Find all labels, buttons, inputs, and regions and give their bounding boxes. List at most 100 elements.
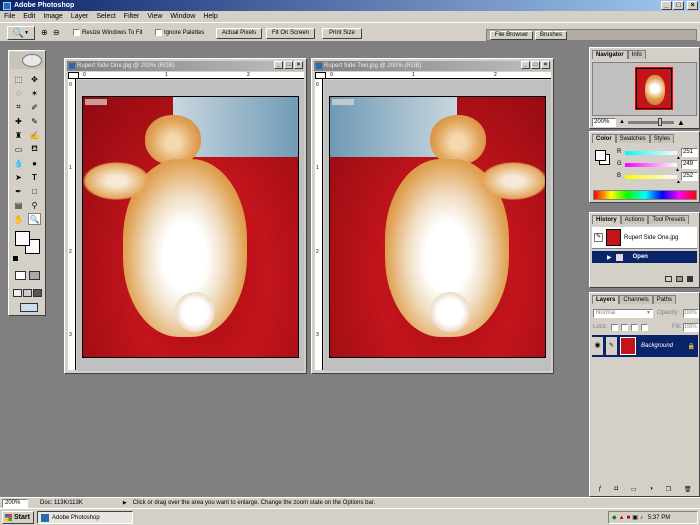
doc-minimize-button[interactable]: _ bbox=[274, 61, 283, 69]
g-slider[interactable]: ▲ bbox=[625, 163, 680, 173]
resize-windows-checkbox[interactable] bbox=[73, 29, 80, 36]
eraser-tool-icon[interactable]: ▭ bbox=[12, 143, 25, 155]
layer-mask-icon[interactable]: ◘ bbox=[615, 486, 619, 495]
tab-layers[interactable]: Layers bbox=[592, 295, 620, 304]
history-slider-icon[interactable]: ▶ bbox=[607, 254, 612, 261]
pen-tool-icon[interactable]: ✒ bbox=[12, 185, 25, 197]
brushes-tab[interactable]: Brushes bbox=[535, 31, 567, 40]
zoom-out-icon[interactable]: ⊖ bbox=[53, 28, 60, 37]
screen-mode-standard-icon[interactable] bbox=[13, 289, 22, 297]
history-brush-tool-icon[interactable]: ✍ bbox=[28, 129, 41, 141]
navigator-zoom-slider[interactable] bbox=[627, 117, 674, 126]
zoom-out-mountain-icon[interactable]: ▲ bbox=[619, 119, 625, 125]
r-slider[interactable]: ▲ bbox=[625, 151, 681, 161]
slider-thumb[interactable] bbox=[657, 117, 662, 126]
status-zoom-field[interactable]: 200% bbox=[2, 498, 28, 508]
menu-select[interactable]: Select bbox=[96, 13, 115, 20]
jump-to-imageready-icon[interactable] bbox=[20, 303, 38, 312]
tab-history[interactable]: History bbox=[592, 215, 621, 224]
tab-channels[interactable]: Channels bbox=[619, 295, 653, 304]
zoom-in-mountain-icon[interactable]: ▲ bbox=[677, 118, 685, 127]
history-state-open[interactable]: ▶ Open bbox=[592, 251, 697, 263]
crop-tool-icon[interactable]: ⌗ bbox=[12, 101, 25, 113]
close-button[interactable]: × bbox=[687, 1, 698, 10]
lock-transparency-checkbox[interactable] bbox=[611, 324, 618, 331]
new-layer-icon[interactable]: ❐ bbox=[666, 486, 671, 495]
cat-photo[interactable] bbox=[329, 96, 546, 358]
fill-field[interactable]: 100% bbox=[683, 323, 699, 332]
tab-info[interactable]: Info bbox=[627, 50, 646, 59]
new-document-icon[interactable] bbox=[665, 276, 672, 282]
brush-link-icon[interactable]: ✎ bbox=[606, 337, 617, 355]
lock-position-checkbox[interactable] bbox=[631, 324, 638, 331]
doc-maximize-button[interactable]: □ bbox=[531, 61, 540, 69]
screen-mode-full-icon[interactable] bbox=[33, 289, 42, 297]
lock-all-checkbox[interactable] bbox=[641, 324, 648, 331]
acrobat-icon[interactable]: ▲ bbox=[619, 515, 625, 521]
screen-mode-full-menu-icon[interactable] bbox=[23, 289, 32, 297]
menu-image[interactable]: Image bbox=[43, 13, 62, 20]
default-colors-icon[interactable] bbox=[13, 256, 18, 261]
lock-image-checkbox[interactable] bbox=[621, 324, 628, 331]
ignore-palettes-checkbox[interactable] bbox=[155, 29, 162, 36]
zoom-tool-active-icon[interactable]: 🔍 bbox=[28, 213, 41, 225]
maximize-button[interactable]: □ bbox=[673, 1, 684, 10]
actual-pixels-button[interactable]: Actual Pixels bbox=[216, 28, 262, 39]
minimize-button[interactable]: _ bbox=[661, 1, 672, 10]
doc-maximize-button[interactable]: □ bbox=[284, 61, 293, 69]
color-fg-swatch[interactable] bbox=[595, 150, 606, 161]
ruler-origin[interactable] bbox=[315, 72, 326, 79]
adjustment-layer-icon[interactable]: ◑ bbox=[649, 486, 653, 495]
menu-filter[interactable]: Filter bbox=[124, 13, 140, 20]
history-brush-empty-icon[interactable] bbox=[594, 253, 603, 262]
tab-styles[interactable]: Styles bbox=[649, 134, 675, 143]
ruler-origin[interactable] bbox=[68, 72, 79, 79]
menu-edit[interactable]: Edit bbox=[23, 13, 35, 20]
feather-icon[interactable] bbox=[22, 54, 42, 67]
tab-color[interactable]: Color bbox=[592, 134, 616, 143]
document-window-2[interactable]: Rupert Side Two.jpg @ 200% (RGB) _ □ × 0… bbox=[311, 58, 554, 374]
brush-tool-icon[interactable]: ✎ bbox=[28, 115, 41, 127]
menu-layer[interactable]: Layer bbox=[71, 13, 89, 20]
navigator-view-box[interactable] bbox=[635, 67, 673, 110]
start-button[interactable]: Start bbox=[2, 511, 34, 524]
cat-photo[interactable] bbox=[82, 96, 299, 358]
b-slider[interactable]: ▲ bbox=[625, 175, 681, 185]
shape-tool-icon[interactable]: □ bbox=[28, 185, 41, 197]
monitor-icon[interactable]: ▣ bbox=[632, 514, 638, 521]
hand-tool-icon[interactable]: ✋ bbox=[12, 213, 25, 225]
task-photoshop-button[interactable]: Adobe Photoshop bbox=[37, 511, 133, 524]
magic-wand-tool-icon[interactable]: ✶ bbox=[28, 87, 41, 99]
layer-style-icon[interactable]: ƒ bbox=[598, 486, 601, 495]
marquee-tool-icon[interactable]: ⬚ bbox=[12, 73, 25, 85]
blend-mode-select[interactable]: Normal ▼ bbox=[593, 309, 653, 318]
menu-view[interactable]: View bbox=[147, 13, 162, 20]
document-title-bar[interactable]: Rupert Side Two.jpg @ 200% (RGB) _ □ × bbox=[314, 61, 551, 71]
paint-bucket-tool-icon[interactable]: ⛾ bbox=[28, 143, 41, 155]
quickmask-icon[interactable] bbox=[29, 271, 40, 280]
g-slider-thumb[interactable]: ▲ bbox=[675, 167, 680, 173]
document-window-1[interactable]: Rupert Side One.jpg @ 200% (RGB) _ □ × 0… bbox=[64, 58, 307, 374]
doc-minimize-button[interactable]: _ bbox=[521, 61, 530, 69]
print-size-button[interactable]: Print Size bbox=[322, 28, 362, 39]
tab-navigator[interactable]: Navigator bbox=[592, 50, 628, 59]
healing-brush-tool-icon[interactable]: ✚ bbox=[12, 115, 25, 127]
tab-paths[interactable]: Paths bbox=[652, 295, 677, 304]
delete-layer-icon[interactable]: 🗑 bbox=[684, 486, 692, 495]
network-icon[interactable]: ◆ bbox=[612, 514, 617, 521]
foreground-color-swatch[interactable] bbox=[15, 231, 30, 246]
quickmask-standard-icon[interactable] bbox=[15, 271, 26, 280]
history-brush-source-icon[interactable]: ✎ bbox=[594, 233, 603, 242]
lasso-tool-icon[interactable]: ◌ bbox=[12, 87, 25, 99]
status-arrow-icon[interactable]: ▶ bbox=[123, 500, 127, 506]
zoom-in-icon[interactable]: ⊕ bbox=[41, 28, 48, 37]
red-tray-icon[interactable]: ■ bbox=[627, 515, 631, 521]
navigator-zoom-field[interactable]: 200% bbox=[592, 117, 616, 127]
color-spectrum-bar[interactable] bbox=[593, 190, 697, 200]
tool-preset-picker[interactable]: 🔍 ▼ bbox=[7, 26, 35, 40]
trash-icon[interactable] bbox=[687, 276, 693, 282]
dodge-tool-icon[interactable]: ● bbox=[28, 157, 41, 169]
g-value[interactable]: 249 bbox=[681, 160, 698, 169]
tab-actions[interactable]: Actions bbox=[620, 215, 649, 224]
menu-window[interactable]: Window bbox=[170, 13, 195, 20]
